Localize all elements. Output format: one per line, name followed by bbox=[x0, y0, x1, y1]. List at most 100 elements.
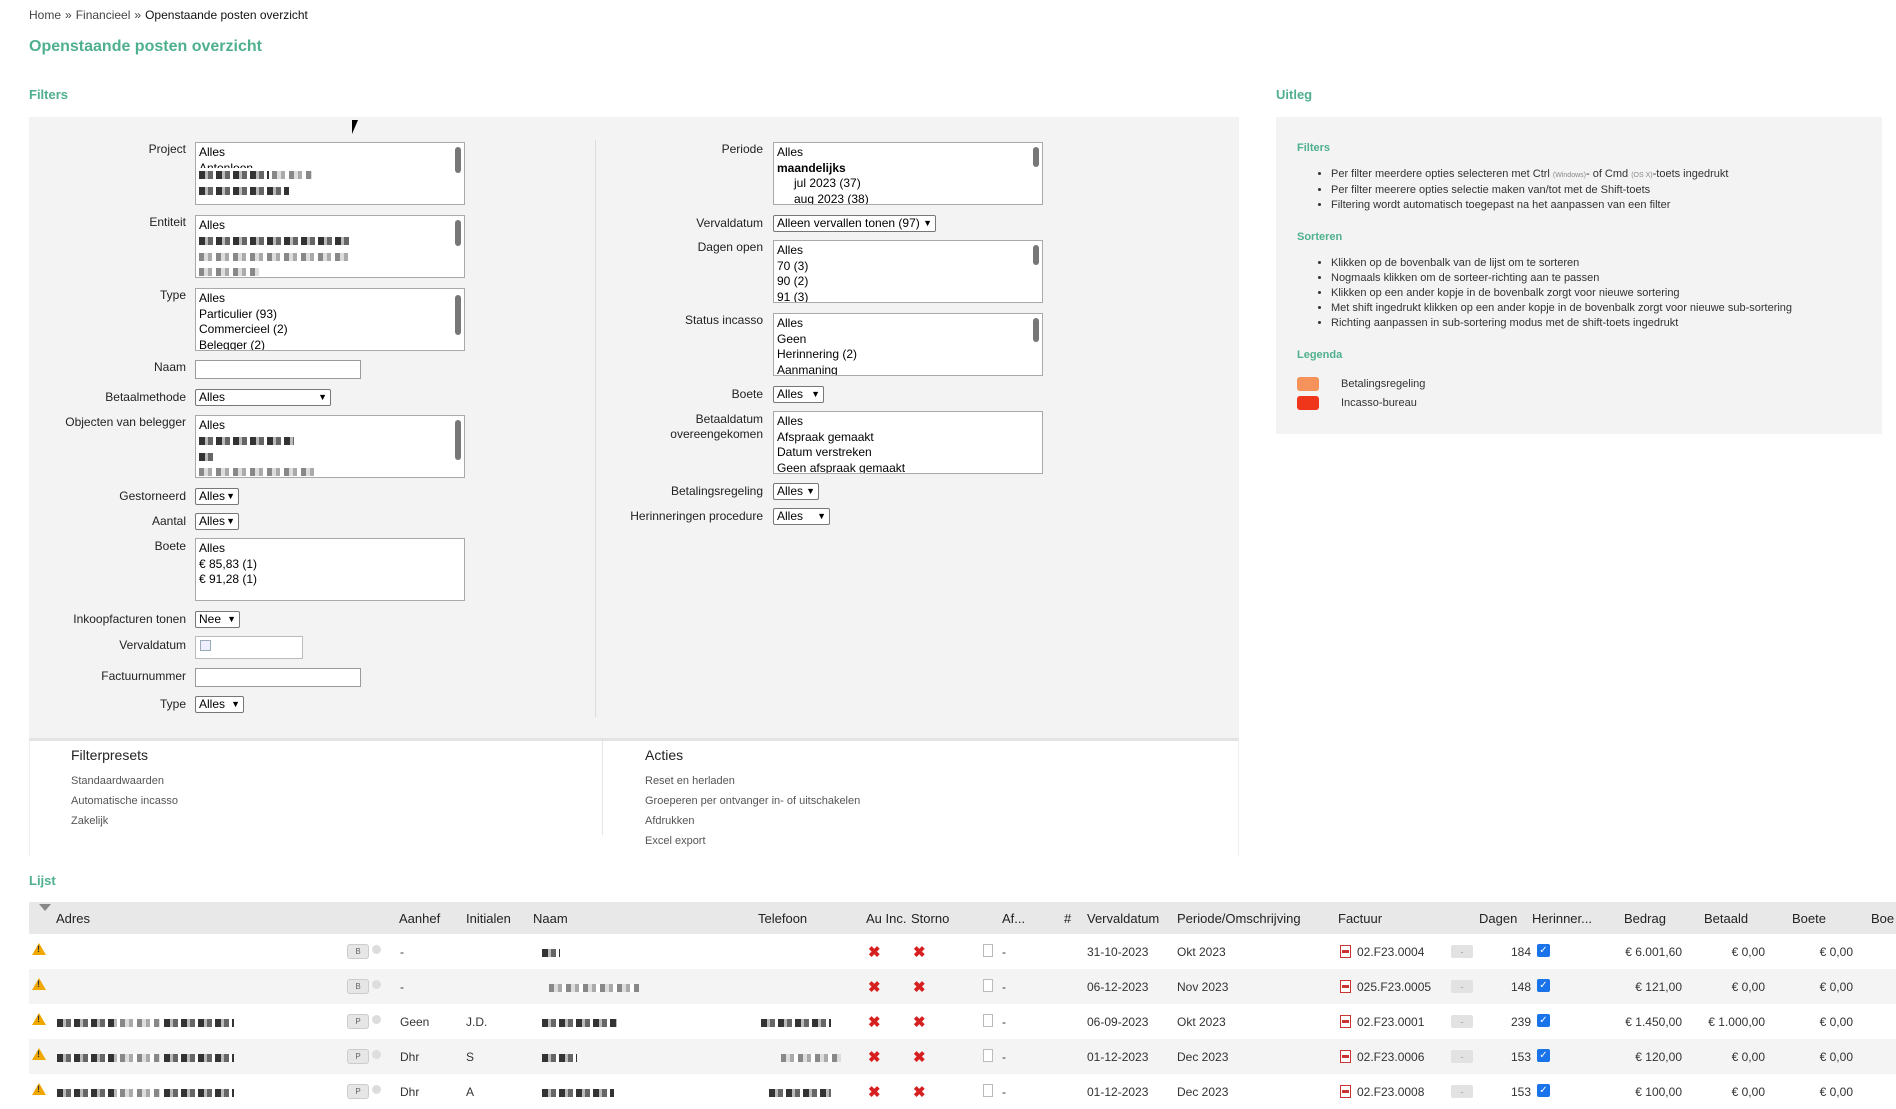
cell-factuur-link[interactable]: 025.F23.0005 bbox=[1357, 980, 1431, 994]
column-header-betaald[interactable]: Betaald bbox=[1704, 911, 1748, 926]
objecten-option-blurred[interactable] bbox=[199, 434, 461, 450]
cell-factuur-link[interactable]: 02.F23.0008 bbox=[1357, 1085, 1424, 1099]
vervaldatum-select[interactable]: Alleen vervallen tonen (97) ▼ bbox=[773, 215, 936, 232]
periode-option[interactable]: jul 2023 (37) bbox=[777, 176, 1039, 192]
objecten-option-blurred[interactable] bbox=[199, 449, 461, 465]
project-option-blurred[interactable] bbox=[199, 168, 461, 184]
type-scrollbar[interactable] bbox=[455, 295, 461, 335]
boete-option[interactable]: € 85,83 (1) bbox=[199, 557, 461, 573]
column-header-herinnering[interactable]: Herinner... bbox=[1532, 911, 1592, 926]
dagen-open-option[interactable]: Alles bbox=[777, 243, 1039, 259]
column-header-bedrag[interactable]: Bedrag bbox=[1624, 911, 1666, 926]
type2-select[interactable]: Alles ▼ bbox=[195, 696, 244, 713]
row-action-button[interactable]: . bbox=[1451, 1015, 1473, 1028]
status-incasso-option[interactable]: Alles bbox=[777, 316, 1039, 332]
pdf-icon[interactable] bbox=[1340, 980, 1351, 993]
cell-adres-blurred[interactable] bbox=[57, 1050, 234, 1064]
project-scrollbar[interactable] bbox=[455, 147, 461, 173]
betaaldatum-option[interactable]: Datum verstreken bbox=[777, 445, 1039, 461]
cell-factuur-link[interactable]: 02.F23.0006 bbox=[1357, 1050, 1424, 1064]
actie-reset[interactable]: Reset en herladen bbox=[645, 775, 735, 787]
herinnering-checkbox[interactable]: ✓ bbox=[1537, 1049, 1550, 1062]
column-header-vervaldatum[interactable]: Vervaldatum bbox=[1087, 911, 1159, 926]
betaaldatum-option[interactable]: Afspraak gemaakt bbox=[777, 430, 1039, 446]
dagen-open-option[interactable]: 70 (3) bbox=[777, 259, 1039, 275]
boete-option[interactable]: Alles bbox=[199, 541, 461, 557]
cell-telefoon-blurred[interactable] bbox=[781, 1050, 841, 1064]
boete-option[interactable]: € 91,28 (1) bbox=[199, 572, 461, 588]
herinnering-checkbox[interactable]: ✓ bbox=[1537, 979, 1550, 992]
preset-standaardwaarden[interactable]: Standaardwaarden bbox=[71, 775, 164, 787]
sort-descending-icon[interactable] bbox=[39, 904, 51, 911]
cell-factuur-link[interactable]: 02.F23.0004 bbox=[1357, 945, 1424, 959]
project-option[interactable]: Alles bbox=[199, 145, 461, 161]
type-listbox[interactable]: Alles Particulier (93) Commercieel (2) B… bbox=[195, 288, 465, 351]
inkoopfacturen-select[interactable]: Nee ▼ bbox=[195, 611, 240, 628]
betaaldatum-option[interactable]: Geen afspraak gemaakt bbox=[777, 461, 1039, 474]
column-header-aanhef[interactable]: Aanhef bbox=[399, 911, 440, 926]
boete-select[interactable]: Alles ▼ bbox=[773, 386, 824, 403]
dagen-open-option[interactable]: 90 (2) bbox=[777, 274, 1039, 290]
column-header-factuur[interactable]: Factuur bbox=[1338, 911, 1382, 926]
type-badge[interactable]: P bbox=[347, 1084, 369, 1099]
project-listbox[interactable]: Alles Antonloon bbox=[195, 142, 465, 205]
table-row[interactable]: B - ✖ ✖ - 06-12-2023 Nov 2023 025.F23.00… bbox=[29, 969, 1896, 1004]
project-option-blurred[interactable] bbox=[199, 183, 461, 199]
table-row[interactable]: B - ✖ ✖ - 31-10-2023 Okt 2023 02.F23.000… bbox=[29, 934, 1896, 969]
herinneringen-select[interactable]: Alles ▼ bbox=[773, 508, 830, 525]
column-header-af[interactable]: Af... bbox=[1002, 911, 1025, 926]
pdf-icon[interactable] bbox=[1340, 945, 1351, 958]
cell-naam-blurred[interactable] bbox=[542, 1015, 617, 1029]
actie-groeperen[interactable]: Groeperen per ontvanger in- of uitschake… bbox=[645, 795, 860, 807]
factuurnummer-input[interactable] bbox=[195, 668, 361, 687]
document-icon[interactable] bbox=[983, 1084, 993, 1097]
status-incasso-option[interactable]: Herinnering (2) bbox=[777, 347, 1039, 363]
periode-scrollbar[interactable] bbox=[1033, 147, 1039, 167]
type-badge[interactable]: P bbox=[347, 1049, 369, 1064]
dagen-open-scrollbar[interactable] bbox=[1033, 245, 1039, 265]
betaaldatum-option[interactable]: Alles bbox=[777, 414, 1039, 430]
document-icon[interactable] bbox=[983, 1049, 993, 1062]
entiteit-option-blurred[interactable] bbox=[199, 249, 461, 265]
betalingsregeling-select[interactable]: Alles ▼ bbox=[773, 483, 819, 500]
entiteit-option[interactable]: Alles bbox=[199, 218, 461, 234]
row-action-button[interactable]: . bbox=[1451, 1085, 1473, 1098]
entiteit-scrollbar[interactable] bbox=[455, 220, 461, 246]
objecten-scrollbar[interactable] bbox=[455, 420, 461, 460]
cell-telefoon-blurred[interactable] bbox=[761, 1015, 831, 1029]
status-incasso-listbox[interactable]: Alles Geen Herinnering (2) Aanmaning bbox=[773, 313, 1043, 376]
column-header-naam[interactable]: Naam bbox=[533, 911, 568, 926]
naam-input[interactable] bbox=[195, 360, 361, 379]
column-header-telefoon[interactable]: Telefoon bbox=[758, 911, 807, 926]
column-header-adres[interactable]: Adres bbox=[56, 911, 90, 926]
column-header-initialen[interactable]: Initialen bbox=[466, 911, 511, 926]
table-row[interactable]: P Dhr A ✖ ✖ - 01-12-2023 Dec 2023 02.F23… bbox=[29, 1074, 1896, 1109]
dagen-open-option[interactable]: 91 (3) bbox=[777, 290, 1039, 303]
document-icon[interactable] bbox=[983, 944, 993, 957]
pdf-icon[interactable] bbox=[1340, 1015, 1351, 1028]
row-action-button[interactable]: . bbox=[1451, 945, 1473, 958]
betaalmethode-select[interactable]: Alles ▼ bbox=[195, 389, 331, 406]
herinnering-checkbox[interactable]: ✓ bbox=[1537, 944, 1550, 957]
cell-naam-blurred[interactable] bbox=[549, 980, 639, 994]
cell-naam-blurred[interactable] bbox=[542, 1085, 614, 1099]
type-badge[interactable]: B bbox=[347, 979, 369, 994]
entiteit-option-blurred[interactable] bbox=[199, 265, 461, 278]
entiteit-option-blurred[interactable] bbox=[199, 234, 461, 250]
type-badge[interactable]: B bbox=[347, 944, 369, 959]
calendar-icon[interactable] bbox=[200, 640, 211, 651]
cell-telefoon-blurred[interactable] bbox=[769, 1085, 831, 1099]
herinnering-checkbox[interactable]: ✓ bbox=[1537, 1084, 1550, 1097]
pdf-icon[interactable] bbox=[1340, 1085, 1351, 1098]
document-icon[interactable] bbox=[983, 1014, 993, 1027]
document-icon[interactable] bbox=[983, 979, 993, 992]
breadcrumb-financieel[interactable]: Financieel bbox=[76, 8, 131, 22]
type-badge[interactable]: P bbox=[347, 1014, 369, 1029]
cell-naam-blurred[interactable] bbox=[542, 945, 560, 959]
breadcrumb-home[interactable]: Home bbox=[29, 8, 61, 22]
type-option[interactable]: Alles bbox=[199, 291, 461, 307]
periode-listbox[interactable]: Alles maandelijks jul 2023 (37) aug 2023… bbox=[773, 142, 1043, 205]
boete-listbox[interactable]: Alles € 85,83 (1) € 91,28 (1) bbox=[195, 538, 465, 601]
preset-automatische-incasso[interactable]: Automatische incasso bbox=[71, 795, 178, 807]
vervaldatum-input[interactable] bbox=[195, 636, 303, 659]
